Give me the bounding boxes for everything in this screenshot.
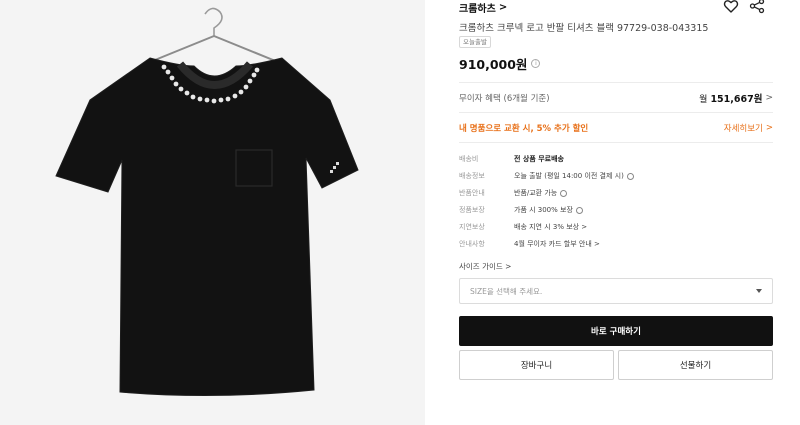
clock-icon[interactable]	[626, 172, 634, 180]
hanger-hook	[204, 7, 223, 36]
product-info-panel: 크롬하츠 > 크롬하츠 크루넥 로고 반팔 티셔츠 블랙 97729-038-0…	[459, 0, 773, 425]
size-guide-link[interactable]: 사이즈 가이드 >	[459, 261, 511, 272]
spec-value: 반품/교환 가능	[514, 189, 558, 197]
price-value: 910,000원	[459, 57, 528, 72]
add-to-cart-button[interactable]: 장바구니	[459, 350, 614, 380]
size-select-placeholder: SIZE을 선택해 주세요.	[470, 286, 543, 296]
spec-key: 정품보장	[459, 206, 485, 214]
chevron-right-icon: >	[498, 2, 508, 13]
spec-row-shipping-info: 배송정보 오늘 출발 (평일 14:00 이전 결제 시)	[459, 170, 773, 182]
brand-row: 크롬하츠 >	[459, 0, 773, 15]
spec-row-authentic: 정품보장 가품 시 300% 보장	[459, 204, 773, 216]
buy-now-button[interactable]: 바로 구매하기	[459, 316, 773, 346]
brand-link[interactable]: 크롬하츠 >	[459, 0, 507, 15]
promo-label: 내 명품으로 교환 시, 5% 추가 할인	[459, 124, 589, 134]
spec-value: 오늘 출발 (평일 14:00 이전 결제 시)	[514, 172, 624, 180]
spec-key: 안내사항	[459, 240, 485, 248]
spec-key: 배송비	[459, 155, 479, 163]
spec-value-wrap: 반품/교환 가능	[514, 188, 568, 198]
chevron-right-icon: >	[765, 123, 773, 133]
gift-button[interactable]: 선물하기	[618, 350, 773, 380]
tshirt-body	[55, 57, 359, 397]
hanger-left	[149, 35, 215, 63]
installment-row[interactable]: 무이자 혜택 (6개월 기준) 월 151,667원 >	[459, 90, 773, 106]
installment-prefix: 월	[699, 94, 708, 105]
spec-key: 반품안내	[459, 189, 485, 197]
divider	[459, 112, 773, 113]
chevron-right-icon: >	[765, 93, 773, 103]
spec-row-shipping-fee: 배송비 전 상품 무료배송	[459, 153, 773, 165]
product-image[interactable]	[0, 0, 425, 425]
spec-value-wrap: 가품 시 300% 보장	[514, 205, 583, 215]
installment-amount: 151,667원	[710, 94, 763, 105]
spec-value: 가품 시 300% 보장	[514, 206, 573, 214]
spec-value[interactable]: 배송 지연 시 3% 보상 >	[514, 222, 587, 232]
spec-value-wrap: 오늘 출발 (평일 14:00 이전 결제 시)	[514, 171, 634, 181]
info-icon[interactable]: i	[531, 59, 541, 68]
heart-icon[interactable]	[723, 0, 739, 14]
today-shipping-badge: 오늘출발	[459, 36, 491, 48]
info-icon[interactable]	[575, 206, 583, 214]
spec-key: 지연보상	[459, 223, 485, 231]
brand-name: 크롬하츠	[459, 4, 496, 15]
spec-row-delay-comp[interactable]: 지연보상 배송 지연 시 3% 보상 >	[459, 221, 773, 233]
promo-detail-link[interactable]: 자세히보기 >	[724, 122, 773, 134]
info-icon[interactable]	[560, 189, 568, 197]
spec-key: 배송정보	[459, 172, 485, 180]
size-select[interactable]: SIZE을 선택해 주세요.	[459, 278, 773, 304]
share-icon[interactable]	[749, 0, 765, 14]
spec-row-return: 반품안내 반품/교환 가능	[459, 187, 773, 199]
spec-value: 전 상품 무료배송	[514, 155, 564, 163]
divider	[459, 142, 773, 143]
promo-link-label: 자세히보기	[723, 124, 763, 134]
spec-value[interactable]: 4월 무이자 카드 할부 안내 >	[514, 239, 600, 249]
spec-row-notice[interactable]: 안내사항 4월 무이자 카드 할부 안내 >	[459, 238, 773, 250]
tshirt-illustration	[55, 7, 359, 397]
installment-value: 월 151,667원 >	[699, 91, 773, 105]
price: 910,000원 i	[459, 54, 541, 73]
hanger-right	[213, 35, 279, 63]
chevron-down-icon	[756, 289, 762, 293]
promo-row[interactable]: 내 명품으로 교환 시, 5% 추가 할인 자세히보기 >	[459, 120, 773, 136]
installment-label: 무이자 혜택 (6개월 기준)	[459, 94, 550, 104]
product-title: 크롬하츠 크루넥 로고 반팔 티셔츠 블랙 97729-038-043315	[459, 23, 709, 34]
divider	[459, 82, 773, 83]
